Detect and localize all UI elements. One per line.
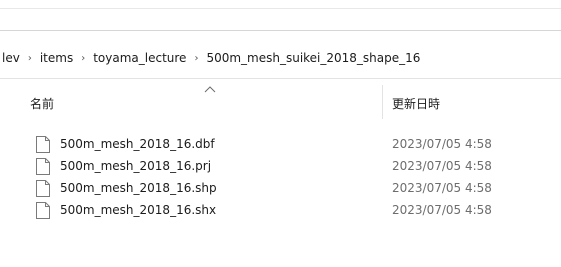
breadcrumb-item-lev[interactable]: lev — [0, 51, 24, 65]
breadcrumb-item-current-folder[interactable]: 500m_mesh_suikei_2018_shape_16 — [202, 51, 424, 65]
file-icon — [36, 202, 50, 219]
file-icon — [36, 158, 50, 175]
file-name: 500m_mesh_2018_16.shx — [60, 203, 217, 217]
column-header-modified[interactable]: 更新日時 — [392, 95, 552, 115]
file-modified-date: 2023/07/05 4:58 — [392, 159, 492, 173]
chevron-right-icon[interactable]: › — [77, 53, 89, 64]
file-list: 500m_mesh_2018_16.dbf 2023/07/05 4:58 50… — [0, 133, 561, 221]
file-modified-date: 2023/07/05 4:58 — [392, 181, 492, 195]
file-row[interactable]: 500m_mesh_2018_16.prj 2023/07/05 4:58 — [0, 155, 561, 177]
file-name: 500m_mesh_2018_16.dbf — [60, 137, 215, 151]
toolbar-divider — [0, 8, 561, 9]
file-modified-date: 2023/07/05 4:58 — [392, 203, 492, 217]
column-header-name[interactable]: 名前 — [30, 95, 380, 115]
sort-ascending-icon — [204, 86, 216, 93]
breadcrumb-item-toyama-lecture[interactable]: toyama_lecture — [89, 51, 190, 65]
breadcrumb-item-items[interactable]: items — [36, 51, 77, 65]
chevron-right-icon[interactable]: › — [24, 53, 36, 64]
file-modified-date: 2023/07/05 4:58 — [392, 137, 492, 151]
column-divider[interactable] — [382, 85, 383, 119]
file-row[interactable]: 500m_mesh_2018_16.dbf 2023/07/05 4:58 — [0, 133, 561, 155]
file-row[interactable]: 500m_mesh_2018_16.shp 2023/07/05 4:58 — [0, 177, 561, 199]
file-row[interactable]: 500m_mesh_2018_16.shx 2023/07/05 4:58 — [0, 199, 561, 221]
file-icon — [36, 136, 50, 153]
breadcrumb: lev › items › toyama_lecture › 500m_mesh… — [0, 38, 561, 78]
chevron-right-icon[interactable]: › — [190, 53, 202, 64]
toolbar-divider — [0, 30, 561, 31]
file-name: 500m_mesh_2018_16.shp — [60, 181, 217, 195]
column-header-row: 名前 更新日時 — [0, 79, 561, 123]
file-name: 500m_mesh_2018_16.prj — [60, 159, 212, 173]
file-icon — [36, 180, 50, 197]
window-top-strip — [0, 0, 561, 38]
